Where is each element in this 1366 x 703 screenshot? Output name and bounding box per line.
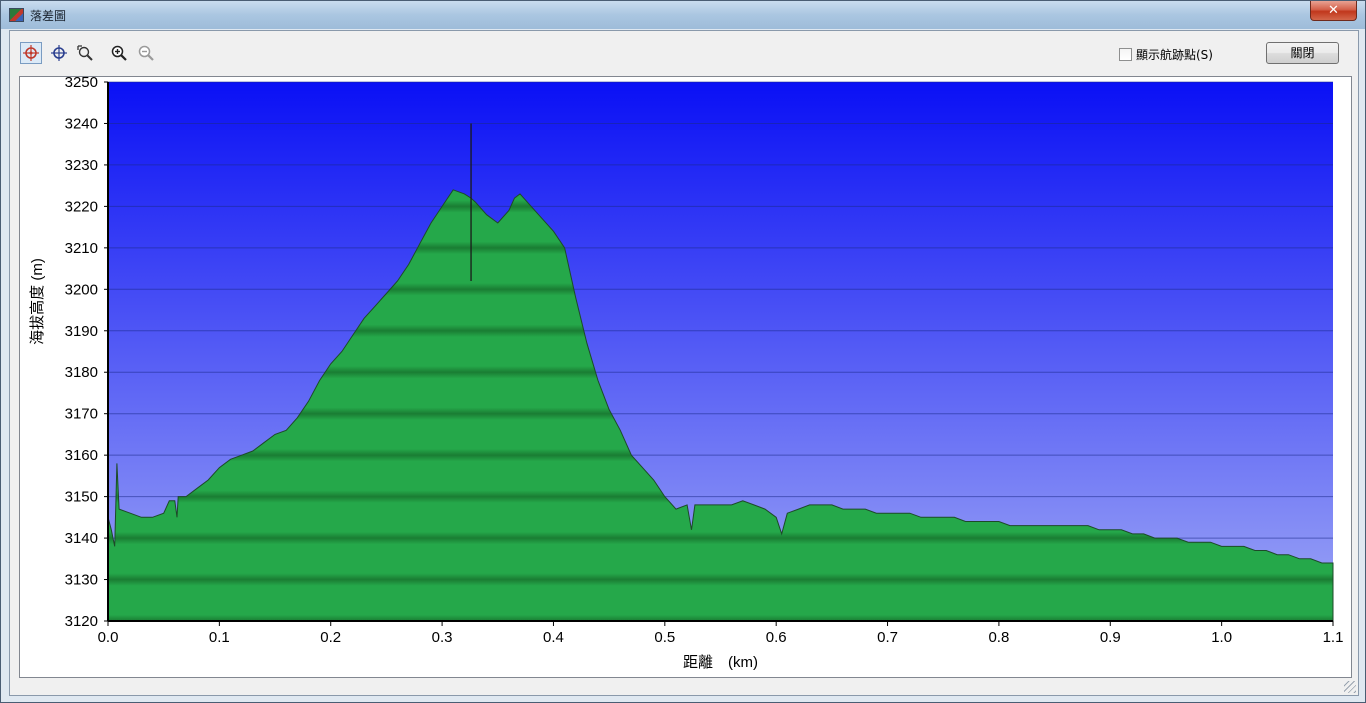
x-tick-label: 0.1 — [209, 629, 230, 646]
x-tick-label: 0.5 — [654, 629, 675, 646]
y-tick-label: 3160 — [65, 447, 98, 464]
resize-grip[interactable] — [1344, 681, 1356, 693]
toolbar: 顯示航跡點(S) 關閉 — [10, 31, 1358, 75]
show-waypoints-label: 顯示航跡點(S) — [1136, 48, 1213, 62]
x-tick-label: 0.3 — [432, 629, 453, 646]
elevation-chart[interactable]: 3120 3130 3140 3150 3160 3170 3180 3190 3200 3210… — [20, 74, 1351, 677]
y-tick-label: 3220 — [65, 198, 98, 215]
window-close-button[interactable]: ✕ — [1310, 1, 1357, 21]
x-tick-label: 0.0 — [98, 629, 119, 646]
y-tick-label: 3210 — [65, 240, 98, 257]
x-tick-label: 0.4 — [543, 629, 564, 646]
zoom-area-icon — [77, 45, 93, 61]
x-tick-label: 0.6 — [766, 629, 787, 646]
y-tick-label: 3120 — [65, 613, 98, 630]
x-tick-label: 1.1 — [1323, 629, 1344, 646]
dialog-client-area: 顯示航跡點(S) 關閉 3120 3130 3140 3150 3160 317… — [9, 30, 1359, 696]
crosshair-tool[interactable] — [48, 42, 70, 64]
window-title: 落差圖 — [30, 9, 67, 23]
y-tick-label: 3240 — [65, 115, 98, 132]
show-waypoints-option[interactable]: 顯示航跡點(S) — [1119, 46, 1213, 63]
y-axis-label: 海拔高度 (m) — [29, 258, 46, 345]
x-axis-label: 距離 (km) — [683, 653, 758, 671]
elevation-profile-window: 落差圖 ✕ 顯示航跡點(S) 關閉 3120 3130 3140 3150 31… — [0, 0, 1366, 703]
close-button[interactable]: 關閉 — [1266, 42, 1339, 64]
x-tick-label: 0.8 — [988, 629, 1009, 646]
zoom-area-tool[interactable] — [74, 42, 96, 64]
x-tick-label: 0.2 — [320, 629, 341, 646]
x-tick-label: 0.7 — [877, 629, 898, 646]
y-tick-label: 3200 — [65, 281, 98, 298]
x-tick-label: 1.0 — [1211, 629, 1232, 646]
y-axis-ticks: 3120 3130 3140 3150 3160 3170 3180 3190 3200 3210… — [65, 74, 108, 630]
title-bar[interactable]: 落差圖 ✕ — [1, 1, 1365, 29]
app-icon — [9, 8, 24, 22]
y-tick-label: 3170 — [65, 406, 98, 423]
x-tick-label: 0.9 — [1100, 629, 1121, 646]
y-tick-label: 3230 — [65, 157, 98, 174]
crosshair-icon — [51, 45, 67, 61]
show-waypoints-checkbox[interactable] — [1119, 48, 1132, 61]
y-tick-label: 3140 — [65, 530, 98, 547]
y-tick-label: 3190 — [65, 323, 98, 340]
y-tick-label: 3180 — [65, 364, 98, 381]
x-axis-ticks: 0.0 0.1 0.2 0.3 0.4 0.5 0.6 0.7 0.8 0.9 1.0 1.1 — [98, 621, 1344, 646]
y-tick-label: 3150 — [65, 489, 98, 506]
elevation-chart-panel[interactable]: 3120 3130 3140 3150 3160 3170 3180 3190 3200 3210… — [19, 74, 1352, 678]
zoom-out-tool[interactable] — [135, 42, 157, 64]
crosshair-select-icon — [23, 45, 39, 61]
zoom-in-icon — [111, 45, 127, 61]
crosshair-select-tool[interactable] — [20, 42, 42, 64]
y-tick-label: 3130 — [65, 572, 98, 589]
y-tick-label: 3250 — [65, 77, 98, 91]
zoom-out-icon — [138, 45, 154, 61]
zoom-in-tool[interactable] — [108, 42, 130, 64]
